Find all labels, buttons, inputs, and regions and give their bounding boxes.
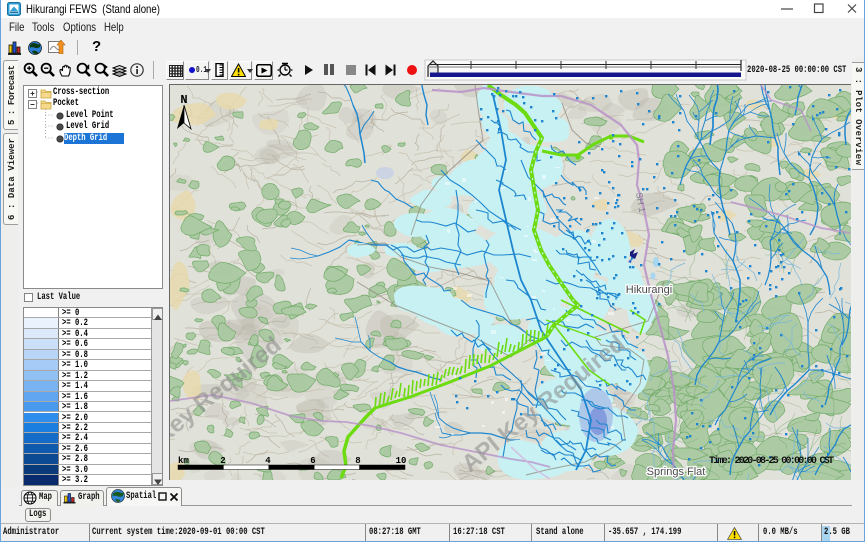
svg-text:6: 6	[310, 456, 315, 466]
svg-text:Hikurangi: Hikurangi	[626, 284, 672, 296]
svg-text:Springs Flat: Springs Flat	[647, 466, 706, 478]
svg-text:km: km	[178, 456, 189, 466]
svg-text:6 : Data Viewer: 6 : Data Viewer	[7, 138, 17, 220]
svg-text:10: 10	[396, 456, 407, 466]
svg-text:8: 8	[355, 456, 360, 466]
svg-text:N: N	[180, 93, 187, 107]
svg-text:2: 2	[220, 456, 225, 466]
svg-text:4: 4	[265, 456, 271, 466]
svg-text:Time: 2020-08-25 00:00:00 CST: Time: 2020-08-25 00:00:00 CST	[709, 455, 834, 467]
